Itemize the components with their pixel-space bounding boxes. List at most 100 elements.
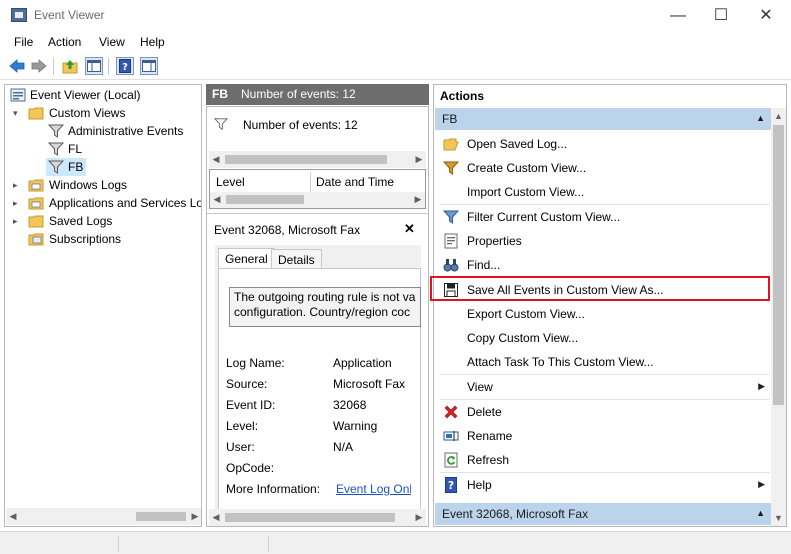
chevron-down-icon[interactable]: ▾ xyxy=(13,107,23,119)
column-divider[interactable] xyxy=(310,172,311,192)
action-label: View xyxy=(467,380,493,394)
events-list[interactable]: Level Date and Time ◀ ▶ xyxy=(209,169,426,209)
tree-item-saved-logs[interactable]: ▸ Saved Logs xyxy=(5,212,201,230)
help-book-icon[interactable]: ? xyxy=(116,57,134,75)
status-cell xyxy=(118,536,268,552)
tree-item-fl[interactable]: FL xyxy=(5,140,201,158)
pane-divider[interactable] xyxy=(207,213,428,214)
help-icon: ? xyxy=(445,477,457,493)
tree-item-windows-logs[interactable]: ▸ Windows Logs xyxy=(5,176,201,194)
events-list-scrollbar[interactable]: ◀ ▶ xyxy=(210,192,425,208)
events-bottom-scrollbar[interactable]: ◀ ▶ xyxy=(209,509,426,526)
create-filter-icon xyxy=(443,161,459,175)
show-hide-console-tree-icon[interactable] xyxy=(85,57,103,75)
action-rename[interactable]: Rename xyxy=(435,424,771,448)
actions-section-event[interactable]: Event 32068, Microsoft Fax ▲ xyxy=(435,503,771,525)
chevron-right-icon[interactable]: ▸ xyxy=(13,215,23,227)
svg-text:?: ? xyxy=(448,479,454,492)
events-top-scrollbar[interactable]: ◀ ▶ xyxy=(209,151,426,168)
tree-item-label: Administrative Events xyxy=(68,124,184,138)
scrollbar-thumb[interactable] xyxy=(773,125,784,405)
action-view[interactable]: View ▶ xyxy=(435,375,771,399)
back-arrow-icon[interactable] xyxy=(8,57,26,75)
scrollbar-thumb[interactable] xyxy=(226,195,304,204)
tab-details[interactable]: Details xyxy=(271,249,322,269)
actions-pane: Actions FB ▲ Open Saved Log... Create Cu… xyxy=(433,84,787,527)
action-attach-task[interactable]: Attach Task To This Custom View... xyxy=(435,350,771,374)
action-open-saved-log[interactable]: Open Saved Log... xyxy=(435,132,771,156)
highlight-box xyxy=(430,276,770,301)
tree-item-label: FB xyxy=(68,160,84,174)
chevron-right-icon[interactable]: ▸ xyxy=(13,179,23,191)
column-header-level[interactable]: Level xyxy=(216,175,245,189)
actions-vertical-scrollbar[interactable]: ▲ ▼ xyxy=(771,108,786,526)
up-folder-icon[interactable] xyxy=(61,57,79,75)
column-header-date-and-time[interactable]: Date and Time xyxy=(316,175,394,189)
action-copy-custom-view[interactable]: Copy Custom View... xyxy=(435,326,771,350)
tree-item-subscriptions[interactable]: Subscriptions xyxy=(5,230,201,248)
tree-item-administrative-events[interactable]: Administrative Events xyxy=(5,122,201,140)
tree-item-fb[interactable]: FB xyxy=(5,158,201,176)
collapse-section-icon[interactable]: ▲ xyxy=(756,113,765,123)
tree-item-applications-and-services-logs[interactable]: ▸ Applications and Services Lo xyxy=(5,194,201,212)
scroll-right-icon[interactable]: ▶ xyxy=(412,151,426,168)
action-label: Rename xyxy=(467,429,513,443)
toolbar: ? xyxy=(0,53,791,80)
menu-action[interactable]: Action xyxy=(48,35,81,49)
action-delete[interactable]: Delete xyxy=(435,400,771,424)
scrollbar-thumb[interactable] xyxy=(225,155,387,164)
prop-label-log-name: Log Name: xyxy=(226,356,285,370)
tree-item-label: FL xyxy=(68,142,83,156)
filter-icon xyxy=(48,142,64,156)
action-find[interactable]: Find... xyxy=(435,253,771,277)
scroll-left-icon[interactable]: ◀ xyxy=(210,191,224,208)
prop-label-opcode: OpCode: xyxy=(226,461,275,475)
action-label: Import Custom View... xyxy=(467,185,585,199)
action-label: Open Saved Log... xyxy=(467,137,568,151)
action-create-custom-view[interactable]: Create Custom View... xyxy=(435,156,771,180)
scroll-left-icon[interactable]: ◀ xyxy=(209,151,223,168)
scroll-left-icon[interactable]: ◀ xyxy=(209,509,223,526)
event-viewer-icon xyxy=(10,88,26,102)
find-binoculars-icon xyxy=(443,259,459,272)
minimize-button[interactable]: — xyxy=(655,0,701,31)
actions-section-fb[interactable]: FB ▲ xyxy=(435,108,771,130)
menu-view[interactable]: View xyxy=(99,35,125,49)
action-label: Help xyxy=(467,478,492,492)
scroll-right-icon[interactable]: ▶ xyxy=(412,509,426,526)
scroll-left-icon[interactable]: ◀ xyxy=(6,508,20,525)
scrollbar-thumb[interactable] xyxy=(136,512,186,521)
scrollbar-thumb[interactable] xyxy=(225,513,395,522)
action-import-custom-view[interactable]: Import Custom View... xyxy=(435,180,771,204)
event-log-online-help-link[interactable]: Event Log Onl xyxy=(336,482,411,496)
chevron-right-icon[interactable]: ▸ xyxy=(13,197,23,209)
menu-help[interactable]: Help xyxy=(140,35,165,49)
event-message-line: configuration. Country/region coc xyxy=(234,305,411,319)
scroll-right-icon[interactable]: ▶ xyxy=(188,508,201,525)
forward-arrow-icon[interactable] xyxy=(30,57,48,75)
event-message-box[interactable]: The outgoing routing rule is not va conf… xyxy=(229,287,421,327)
scroll-up-icon[interactable]: ▲ xyxy=(771,108,786,124)
maximize-button[interactable]: ☐ xyxy=(698,0,744,31)
show-hide-action-pane-icon[interactable] xyxy=(140,57,158,75)
action-label: Find... xyxy=(467,258,501,272)
tree-horizontal-scrollbar[interactable]: ◀ ▶ xyxy=(6,508,201,525)
menu-file[interactable]: File xyxy=(14,35,33,49)
filter-icon xyxy=(48,124,64,138)
tree-item-event-viewer-local[interactable]: Event Viewer (Local) xyxy=(5,86,201,104)
tab-general[interactable]: General xyxy=(218,248,275,269)
scroll-right-icon[interactable]: ▶ xyxy=(411,191,425,208)
action-help[interactable]: ? Help ▶ xyxy=(435,473,771,497)
collapse-section-icon[interactable]: ▲ xyxy=(756,508,765,518)
action-export-custom-view[interactable]: Export Custom View... xyxy=(435,302,771,326)
tree-item-custom-views[interactable]: ▾ Custom Views xyxy=(5,104,201,122)
custom-view-event-count: Number of events: 12 xyxy=(241,87,356,101)
tree-item-label: Applications and Services Lo xyxy=(49,196,202,210)
action-refresh[interactable]: Refresh xyxy=(435,448,771,472)
close-event-icon[interactable]: ✕ xyxy=(404,221,415,237)
actions-title: Actions xyxy=(440,89,485,103)
close-button[interactable]: ✕ xyxy=(743,0,789,31)
scroll-down-icon[interactable]: ▼ xyxy=(771,510,786,526)
action-properties[interactable]: Properties xyxy=(435,229,771,253)
action-filter-current-custom-view[interactable]: Filter Current Custom View... xyxy=(435,205,771,229)
